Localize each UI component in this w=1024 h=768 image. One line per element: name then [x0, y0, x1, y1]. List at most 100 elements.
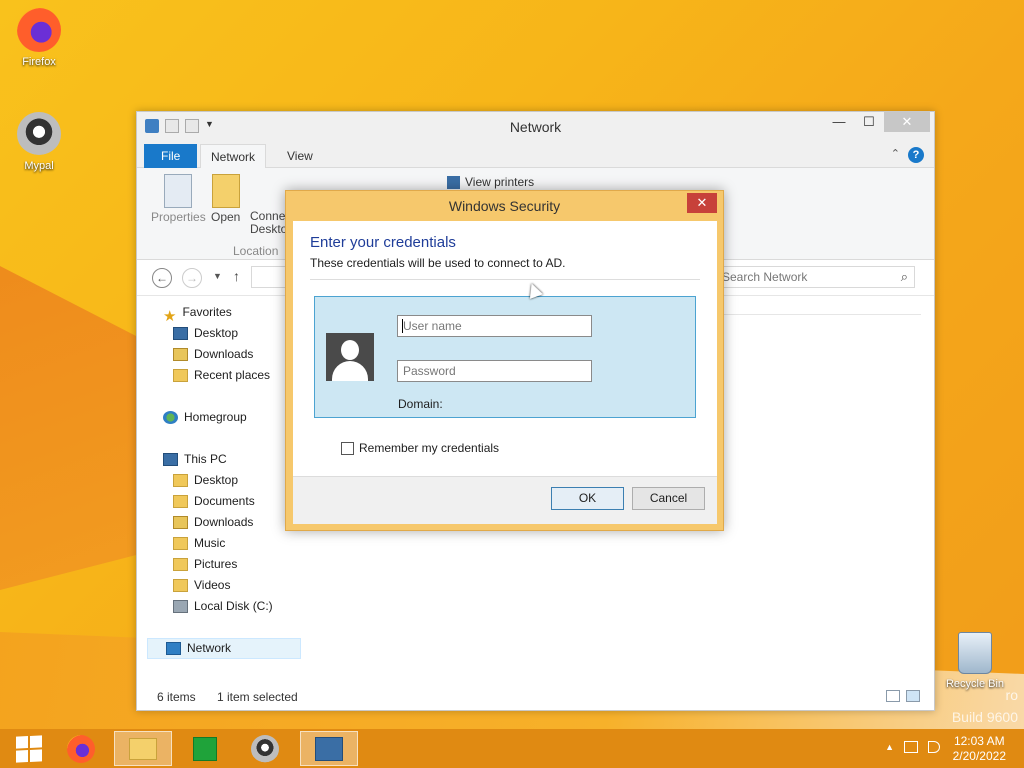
search-input[interactable]: Search Network ⌕ [715, 266, 915, 288]
start-button[interactable] [0, 731, 58, 766]
nav-item-label: Desktop [194, 473, 239, 487]
connect-label-line2: Deskto [250, 222, 286, 236]
password-input[interactable]: Password [397, 360, 592, 382]
nav-item-label: Homegroup [184, 410, 247, 424]
title-bar[interactable]: ▼ Network — ☐ ✕ [137, 112, 934, 142]
recycle-bin-icon [958, 632, 992, 674]
forward-button[interactable]: → [182, 268, 202, 288]
help-icon[interactable]: ? [908, 147, 924, 163]
clock[interactable]: 12:03 AM 2/20/2022 [953, 734, 1006, 764]
properties-icon [164, 174, 193, 208]
content-header-divider [723, 314, 921, 315]
view-printers-label: View printers [465, 175, 535, 189]
nav-item-pc-documents[interactable]: Documents [145, 491, 305, 512]
large-icons-view-icon[interactable] [906, 690, 920, 702]
desktop-icon-label: Firefox [22, 56, 56, 68]
security-credentials-icon [315, 736, 343, 761]
store-icon [193, 736, 217, 761]
taskbar-windows-security[interactable] [300, 731, 358, 766]
taskbar-store[interactable] [176, 731, 234, 766]
ribbon-group-label: Location [233, 244, 279, 258]
desktop-icon-label: Mypal [24, 160, 54, 172]
maximize-button[interactable]: ☐ [854, 112, 884, 132]
nav-item-pc-music[interactable]: Music [145, 533, 305, 554]
taskbar-mypal[interactable] [236, 731, 294, 766]
nav-item-recent-places[interactable]: Recent places [145, 365, 305, 386]
nav-item-pc-downloads[interactable]: Downloads [145, 512, 305, 533]
show-hidden-icons-icon[interactable]: ▲ [885, 742, 894, 752]
desktop-watermark: ro Build 9600 [952, 684, 1018, 728]
file-explorer-icon [129, 737, 157, 760]
dialog-body: Enter your credentials These credentials… [293, 221, 717, 524]
dialog-heading: Enter your credentials [310, 234, 456, 251]
dialog-title: Windows Security [448, 198, 561, 214]
nav-item-pc-pictures[interactable]: Pictures [145, 554, 305, 575]
desktop-icon-mypal[interactable]: Mypal [4, 112, 74, 172]
taskbar-file-explorer[interactable] [114, 731, 172, 766]
nav-item-label: Desktop [194, 326, 239, 340]
nav-item-fav-desktop[interactable]: Desktop [145, 323, 305, 344]
credential-tile[interactable]: User name Password Domain: [314, 296, 696, 418]
firefox-icon [17, 8, 61, 52]
view-switcher [886, 690, 920, 702]
watermark-line: ro [1005, 687, 1018, 703]
up-button[interactable]: ↑ [233, 268, 240, 284]
pictures-folder-icon [173, 558, 188, 571]
nav-item-network[interactable]: Network [147, 638, 301, 659]
wallpaper-shape [0, 266, 140, 590]
view-printers-button[interactable]: View printers [447, 175, 534, 189]
dialog-close-button[interactable]: ✕ [687, 193, 717, 213]
properties-button[interactable]: Properties [151, 174, 206, 224]
close-button[interactable]: ✕ [884, 112, 930, 132]
properties-label: Properties [151, 210, 206, 224]
windows-security-dialog: Windows Security ✕ Enter your credential… [285, 190, 724, 531]
minimize-button[interactable]: — [824, 112, 854, 132]
search-icon: ⌕ [900, 269, 908, 284]
password-placeholder: Password [403, 364, 456, 378]
checkbox-box[interactable] [341, 441, 354, 455]
nav-item-pc-desktop[interactable]: Desktop [145, 470, 305, 491]
taskbar-firefox[interactable] [52, 731, 110, 766]
tab-network[interactable]: Network [200, 144, 267, 168]
watermark-build: Build 9600 [951, 709, 1018, 725]
ok-button[interactable]: OK [551, 487, 624, 510]
collapse-ribbon-icon[interactable]: ⌃ [891, 147, 900, 160]
dialog-footer: OK Cancel [293, 476, 717, 524]
connect-remote-desktop-button[interactable]: Conne Deskto [250, 174, 286, 236]
nav-item-local-disk[interactable]: Local Disk (C:) [145, 596, 305, 617]
remember-label: Remember my credentials [359, 441, 500, 455]
navigation-pane: ★ Favorites Desktop Downloads Recent pla… [145, 302, 305, 659]
details-view-icon[interactable] [886, 690, 900, 702]
item-count: 6 items [157, 690, 196, 704]
nav-item-label: Videos [194, 578, 231, 592]
cancel-button[interactable]: Cancel [632, 487, 705, 510]
nav-item-fav-downloads[interactable]: Downloads [145, 344, 305, 365]
domain-label: Domain: [398, 397, 443, 411]
clock-date: 2/20/2022 [952, 749, 1006, 763]
desktop-icon-firefox[interactable]: Firefox [4, 8, 74, 68]
homegroup-icon [163, 411, 178, 424]
tab-view[interactable]: View [277, 144, 323, 168]
volume-icon[interactable] [928, 741, 940, 753]
open-button[interactable]: Open [211, 174, 240, 224]
recent-locations-dropdown-icon[interactable]: ▼ [213, 271, 222, 281]
username-input[interactable]: User name [397, 315, 592, 337]
nav-item-homegroup[interactable]: Homegroup [145, 407, 305, 428]
system-tray: ▲ [885, 741, 940, 753]
nav-item-label: Downloads [194, 515, 254, 529]
downloads-icon [173, 516, 188, 529]
back-button[interactable]: ← [152, 268, 172, 288]
remember-credentials-checkbox[interactable]: Remember my credentials [341, 441, 499, 455]
tab-file[interactable]: File [144, 144, 198, 168]
desktop-icon-recycle-bin[interactable]: Recycle Bin [940, 632, 1010, 690]
open-label: Open [211, 210, 241, 224]
nav-item-label: This PC [184, 452, 227, 466]
firefox-icon [67, 734, 95, 763]
action-center-icon[interactable] [904, 741, 918, 753]
nav-item-label: Recent places [194, 368, 271, 382]
taskbar: ▲ 12:03 AM 2/20/2022 [0, 729, 1024, 768]
nav-item-this-pc[interactable]: This PC [145, 449, 305, 470]
folder-icon [173, 474, 188, 487]
nav-item-pc-videos[interactable]: Videos [145, 575, 305, 596]
nav-item-favorites[interactable]: ★ Favorites [145, 302, 305, 325]
